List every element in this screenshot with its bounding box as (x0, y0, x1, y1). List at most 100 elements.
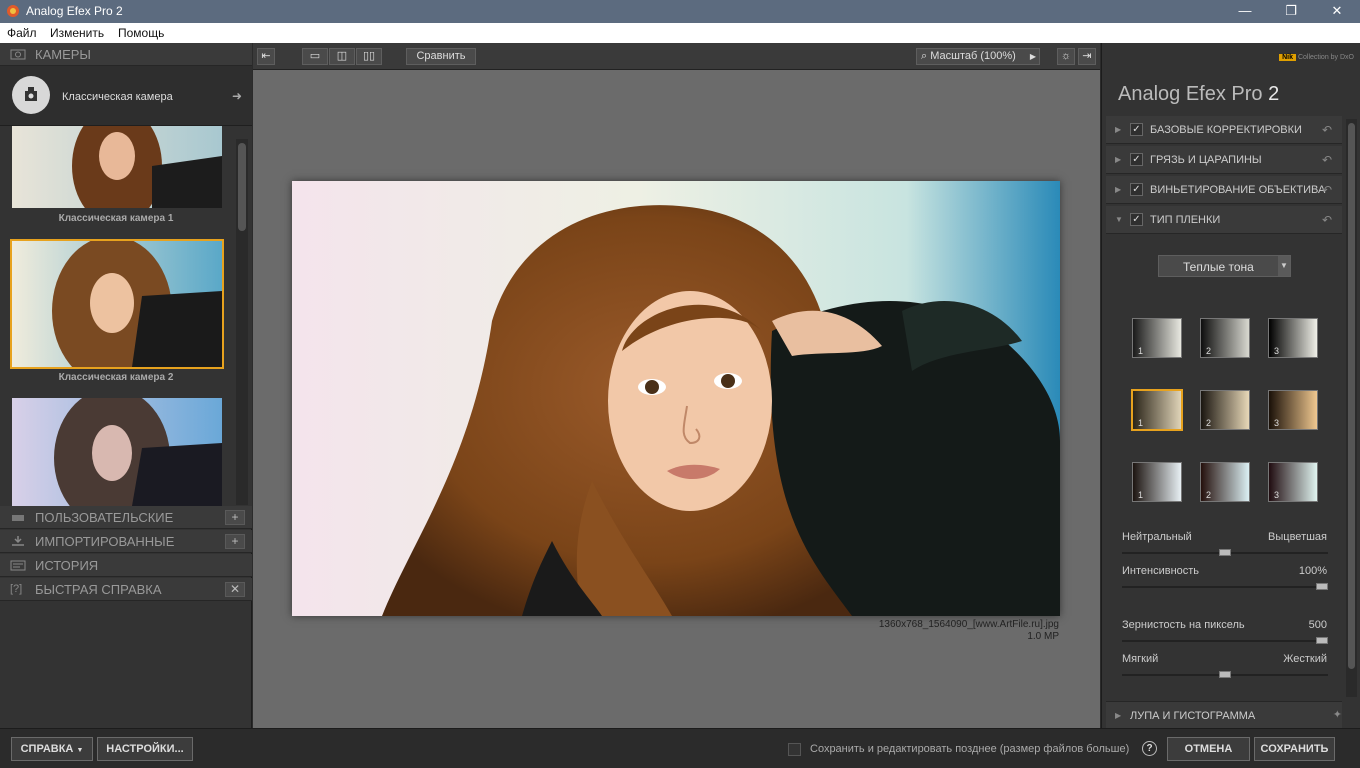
preset-thumbnail[interactable] (12, 398, 222, 506)
menu-file[interactable]: Файл (7, 26, 37, 40)
right-scrollbar-thumb[interactable] (1348, 123, 1355, 669)
film-swatch[interactable]: 3 (1268, 462, 1318, 502)
preset-scrollbar-thumb[interactable] (238, 143, 246, 231)
file-info: 1360x768_1564090_[www.ArtFile.ru].jpg 1.… (879, 619, 1059, 643)
arrow-right-icon[interactable]: ➜ (232, 89, 242, 103)
right-panel: Nik Collection by DxO Analog Efex Pro 2 … (1101, 43, 1360, 729)
preset-label: Классическая камера 1 (58, 213, 174, 224)
preview-canvas: 1360x768_1564090_[www.ArtFile.ru].jpg 1.… (253, 70, 1100, 728)
background-toggle-icon[interactable]: ☼ (1057, 48, 1075, 65)
cameras-label: КАМЕРЫ (35, 47, 91, 62)
chevron-right-icon[interactable]: ▶ (1115, 125, 1121, 134)
film-swatch[interactable]: 3 (1268, 318, 1318, 358)
magnifier-icon: ⌕ (921, 50, 928, 62)
film-swatch[interactable]: 2 (1200, 318, 1250, 358)
help-icon[interactable]: ? (1142, 741, 1157, 756)
user-icon (10, 511, 28, 524)
close-quick-help-button[interactable]: ✕ (225, 582, 245, 597)
enable-checkbox[interactable]: ✓ (1130, 123, 1143, 136)
slider-knob[interactable] (1219, 549, 1231, 556)
menu-edit[interactable]: Изменить (50, 26, 104, 40)
chevron-right-icon[interactable]: ▶ (1115, 711, 1121, 720)
bottom-bar: СПРАВКА ▼ НАСТРОЙКИ... Сохранить и редак… (0, 728, 1360, 768)
enable-checkbox[interactable]: ✓ (1130, 183, 1143, 196)
window-title: Analog Efex Pro 2 (26, 4, 123, 18)
reset-icon[interactable]: ↶ (1322, 153, 1332, 167)
tone-slider[interactable] (1122, 549, 1328, 556)
chevron-right-icon[interactable]: ▶ (1115, 185, 1121, 194)
panel-toggle-icon[interactable]: ⇤ (257, 48, 275, 65)
filter-dirt-scratches[interactable]: ▶ ✓ ГРЯЗЬ И ЦАРАПИНЫ ↶ (1106, 146, 1342, 174)
minimize-button[interactable]: — (1222, 0, 1268, 23)
enable-checkbox[interactable]: ✓ (1130, 213, 1143, 226)
tone-left-label: Нейтральный (1122, 531, 1192, 543)
right-scrollbar[interactable] (1346, 119, 1357, 697)
help-button[interactable]: СПРАВКА ▼ (11, 737, 93, 761)
imported-header[interactable]: ИМПОРТИРОВАННЫЕ + (0, 530, 252, 553)
loupe-label: ЛУПА И ГИСТОГРАММА (1130, 710, 1256, 722)
settings-button[interactable]: НАСТРОЙКИ... (97, 737, 193, 761)
softness-slider[interactable] (1122, 671, 1328, 678)
grain-slider[interactable] (1122, 637, 1328, 644)
quick-help-header[interactable]: [?] БЫСТРАЯ СПРАВКА ✕ (0, 578, 252, 601)
film-type-select[interactable]: Теплые тона ▼ (1158, 255, 1291, 277)
preset-thumbnail[interactable] (12, 126, 222, 208)
slider-knob[interactable] (1316, 583, 1328, 590)
reset-icon[interactable]: ↶ (1322, 123, 1332, 137)
film-swatch[interactable]: 2 (1200, 462, 1250, 502)
chevron-down-icon[interactable]: ▼ (1115, 215, 1123, 224)
save-later-checkbox[interactable] (788, 743, 801, 756)
single-view-icon[interactable]: ▭ (302, 48, 328, 65)
zoom-button[interactable]: ⌕ Масштаб (100%) ▶ (916, 48, 1040, 65)
left-panel: КАМЕРЫ Классическая камера ➜ Классическа… (0, 43, 252, 728)
save-button[interactable]: СОХРАНИТЬ (1254, 737, 1335, 761)
preview-image[interactable] (292, 181, 1060, 616)
loupe-histogram-section[interactable]: ▶ ЛУПА И ГИСТОГРАММА ✦ (1106, 701, 1342, 729)
menu-help[interactable]: Помощь (118, 26, 164, 40)
close-button[interactable]: ✕ (1314, 0, 1360, 23)
film-swatch[interactable]: 2 (1200, 390, 1250, 430)
film-swatch[interactable]: 1 (1132, 318, 1182, 358)
right-panel-toggle-icon[interactable]: ⇥ (1078, 48, 1096, 65)
filter-label: ВИНЬЕТИРОВАНИЕ ОБЪЕКТИВА (1150, 184, 1326, 196)
dropdown-arrow-icon: ▼ (76, 747, 84, 754)
slider-knob[interactable] (1316, 637, 1328, 644)
filter-film-type[interactable]: ▼ ✓ ТИП ПЛЕНКИ ↶ (1106, 206, 1342, 234)
app-icon (7, 5, 19, 17)
maximize-button[interactable]: ❐ (1268, 0, 1314, 23)
compare-button[interactable]: Сравнить (406, 48, 476, 65)
reset-icon[interactable]: ↶ (1322, 183, 1332, 197)
intensity-slider[interactable] (1122, 583, 1328, 590)
brand-logo: Nik Collection by DxO (1279, 54, 1354, 61)
cancel-button[interactable]: ОТМЕНА (1167, 737, 1250, 761)
add-imported-button[interactable]: + (225, 534, 245, 549)
grain-label: Зернистость на пиксель (1122, 619, 1245, 631)
cameras-header[interactable]: КАМЕРЫ (0, 43, 252, 66)
filter-basic-adjustments[interactable]: ▶ ✓ БАЗОВЫЕ КОРРЕКТИРОВКИ ↶ (1106, 116, 1342, 144)
intensity-value: 100% (1298, 565, 1327, 577)
imported-label: ИМПОРТИРОВАННЫЕ (35, 534, 175, 549)
history-label: ИСТОРИЯ (35, 558, 99, 573)
preset-thumbnail-selected[interactable] (10, 239, 224, 369)
pin-icon[interactable]: ✦ (1333, 708, 1342, 721)
split-view-icon[interactable]: ◫ (329, 48, 355, 65)
reset-icon[interactable]: ↶ (1322, 213, 1332, 227)
chevron-right-icon[interactable]: ▶ (1115, 155, 1121, 164)
side-by-side-view-icon[interactable]: ▯▯ (356, 48, 382, 65)
enable-checkbox[interactable]: ✓ (1130, 153, 1143, 166)
history-header[interactable]: ИСТОРИЯ (0, 554, 252, 577)
brand-text: Collection by DxO (1297, 54, 1354, 61)
slider-knob[interactable] (1219, 671, 1231, 678)
add-user-preset-button[interactable]: + (225, 510, 245, 525)
zoom-label: Масштаб (100%) (930, 50, 1016, 62)
film-swatch[interactable]: 3 (1268, 390, 1318, 430)
film-swatch-selected[interactable]: 1 (1131, 389, 1183, 431)
file-size: 1.0 MP (1027, 631, 1059, 642)
filter-label: БАЗОВЫЕ КОРРЕКТИРОВКИ (1150, 124, 1302, 136)
user-presets-header[interactable]: ПОЛЬЗОВАТЕЛЬСКИЕ + (0, 506, 252, 529)
film-swatch[interactable]: 1 (1132, 462, 1182, 502)
history-icon (10, 559, 28, 572)
filter-lens-vignette[interactable]: ▶ ✓ ВИНЬЕТИРОВАНИЕ ОБЪЕКТИВА ↶ (1106, 176, 1342, 204)
intensity-label: Интенсивность (1122, 565, 1200, 577)
camera-selector[interactable]: Классическая камера ➜ (0, 66, 252, 126)
